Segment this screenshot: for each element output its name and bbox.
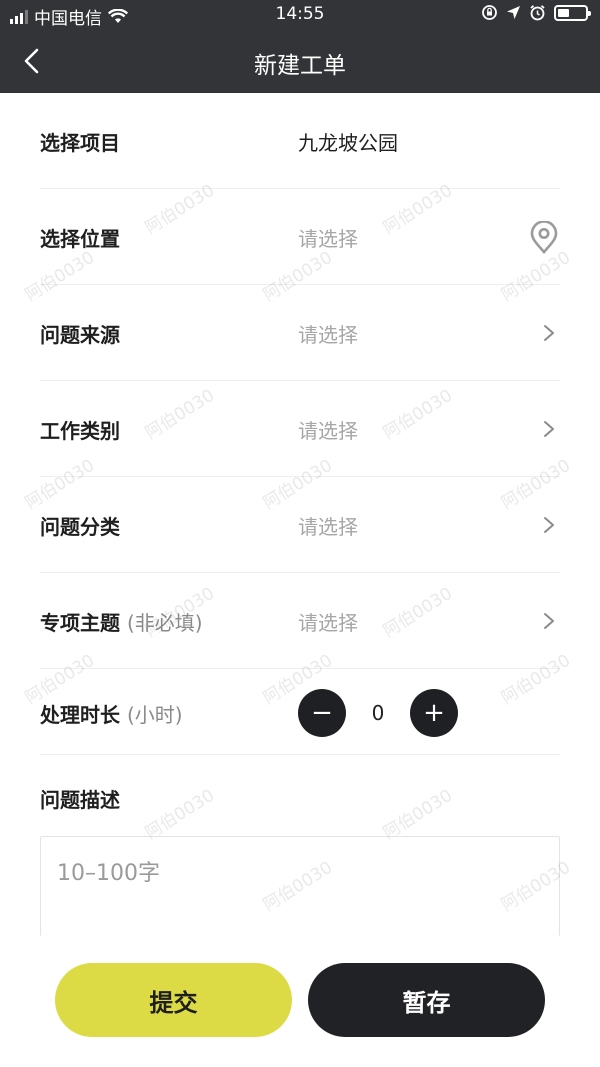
problem-classification-value: 请选择 xyxy=(298,515,358,539)
battery-icon xyxy=(554,4,591,21)
nav-bar: 新建工单 xyxy=(0,30,600,93)
select-location-row[interactable]: 选择位置 请选择 xyxy=(40,189,560,285)
status-right xyxy=(481,4,591,21)
page-title: 新建工单 xyxy=(254,53,346,79)
description-label: 问题描述 xyxy=(40,788,120,812)
work-order-form: 选择项目 九龙坡公园 选择位置 请选择 问题来源 请选择 工作类别 请选择 问题… xyxy=(40,93,560,755)
row-label: 问题分类 xyxy=(40,515,120,539)
description-placeholder: 10–100字 xyxy=(57,861,160,886)
duration-stepper: − 0 + xyxy=(298,689,458,737)
location-value: 请选择 xyxy=(298,227,358,251)
location-arrow-icon xyxy=(507,6,520,19)
special-topic-row[interactable]: 专项主题 (非必填) 请选择 xyxy=(40,573,560,669)
alarm-icon xyxy=(530,5,545,21)
chevron-right-icon xyxy=(544,517,554,533)
select-project-row[interactable]: 选择项目 九龙坡公园 xyxy=(40,93,560,189)
watermark: 阿伯0030 xyxy=(379,785,457,844)
chevron-right-icon xyxy=(544,613,554,629)
rotation-lock-icon xyxy=(482,5,497,20)
problem-classification-row[interactable]: 问题分类 请选择 xyxy=(40,477,560,573)
work-category-row[interactable]: 工作类别 请选择 xyxy=(40,381,560,477)
chevron-right-icon xyxy=(544,421,554,437)
row-label: 工作类别 xyxy=(40,419,120,443)
watermark: 阿伯0030 xyxy=(141,785,219,844)
row-label: 选择位置 xyxy=(40,227,120,251)
row-label: 处理时长 (小时) xyxy=(40,703,183,727)
location-pin-icon[interactable] xyxy=(528,221,560,255)
duration-row: 处理时长 (小时) − 0 + xyxy=(40,669,560,755)
problem-source-row[interactable]: 问题来源 请选择 xyxy=(40,285,560,381)
row-label: 问题来源 xyxy=(40,323,120,347)
decrement-button[interactable]: − xyxy=(298,689,346,737)
description-input[interactable]: 10–100字 xyxy=(40,836,560,936)
problem-source-value: 请选择 xyxy=(298,323,358,347)
increment-button[interactable]: + xyxy=(410,689,458,737)
special-topic-value: 请选择 xyxy=(298,611,358,635)
chevron-right-icon xyxy=(544,325,554,341)
optional-hint: (非必填) xyxy=(126,611,203,635)
work-category-value: 请选择 xyxy=(298,419,358,443)
project-value: 九龙坡公园 xyxy=(298,131,398,155)
row-label: 专项主题 (非必填) xyxy=(40,611,203,635)
save-draft-button[interactable]: 暂存 xyxy=(308,963,545,1037)
status-bar: 中国电信 14:55 xyxy=(0,0,600,30)
hours-hint: (小时) xyxy=(126,703,183,727)
duration-value: 0 xyxy=(371,701,385,725)
submit-button[interactable]: 提交 xyxy=(55,963,292,1037)
row-label: 选择项目 xyxy=(40,131,120,155)
